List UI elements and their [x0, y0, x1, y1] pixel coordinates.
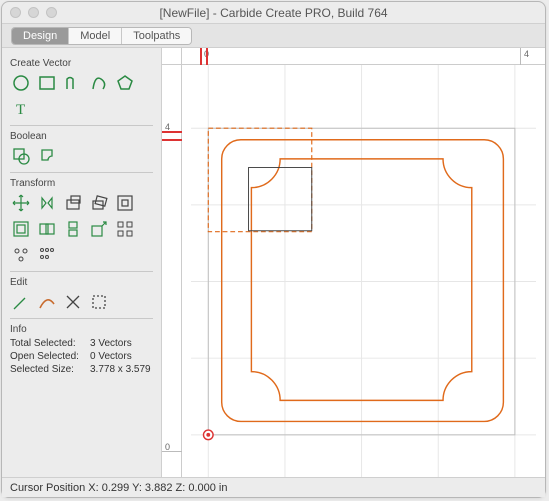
offset-tool-icon[interactable]: [10, 218, 32, 240]
ruler-h-marker-left-icon: [200, 48, 202, 65]
array-tool-icon[interactable]: [114, 218, 136, 240]
info-open-label: Open Selected:: [10, 351, 90, 362]
ruler-h-4: 4: [524, 49, 529, 59]
section-create-vector: Create Vector: [10, 58, 153, 69]
break-icon[interactable]: [62, 291, 84, 313]
trim-icon[interactable]: [36, 291, 58, 313]
svg-text:T: T: [16, 102, 25, 118]
zoom-icon[interactable]: [46, 7, 57, 18]
mirror-tool-icon[interactable]: [36, 192, 58, 214]
align-tool-icon[interactable]: [114, 192, 136, 214]
boolean-union-icon[interactable]: [10, 145, 32, 167]
section-info: Info: [10, 324, 153, 335]
text-tool-icon[interactable]: T: [10, 98, 32, 120]
circle-tool-icon[interactable]: [10, 72, 32, 94]
info-size-value: 3.778 x 3.579: [90, 364, 151, 375]
ruler-corner: [162, 48, 182, 65]
tab-model[interactable]: Model: [69, 28, 122, 44]
section-edit: Edit: [10, 277, 153, 288]
vector-outer[interactable]: [222, 140, 504, 422]
titlebar: [NewFile] - Carbide Create PRO, Build 76…: [2, 2, 545, 24]
window-controls: [10, 7, 57, 18]
ruler-vertical: 0 4: [162, 65, 182, 477]
polygon-tool-icon[interactable]: [114, 72, 136, 94]
tab-toolpaths[interactable]: Toolpaths: [122, 28, 191, 44]
ruler-v-marker-top-icon: [162, 131, 182, 133]
close-icon[interactable]: [10, 7, 21, 18]
drawing-svg: [182, 65, 545, 477]
ruler-h-marker-right-icon: [206, 48, 208, 65]
info-open-value: 0 Vectors: [90, 351, 132, 362]
boolean-subtract-icon[interactable]: [36, 145, 58, 167]
flip-tool-icon[interactable]: [62, 218, 84, 240]
app-window: [NewFile] - Carbide Create PRO, Build 76…: [1, 1, 546, 498]
ruler-horizontal: 0 4: [182, 48, 545, 65]
ruler-v-0: 0: [165, 442, 170, 452]
rotate-tool-icon[interactable]: [88, 192, 110, 214]
vector-square[interactable]: [249, 168, 312, 231]
curve-tool-icon[interactable]: [88, 72, 110, 94]
drawing-viewport[interactable]: [182, 65, 545, 477]
section-transform: Transform: [10, 178, 153, 189]
info-total-value: 3 Vectors: [90, 338, 132, 349]
status-bar: Cursor Position X: 0.299 Y: 3.882 Z: 0.0…: [2, 477, 545, 497]
info-size-label: Selected Size:: [10, 364, 90, 375]
rectangle-tool-icon[interactable]: [36, 72, 58, 94]
canvas-area[interactable]: 0 4 0 4: [162, 48, 545, 477]
move-tool-icon[interactable]: [10, 192, 32, 214]
info-total-label: Total Selected:: [10, 338, 90, 349]
linear-pattern-icon[interactable]: [36, 244, 58, 266]
ruler-v-marker-bot-icon: [162, 139, 182, 141]
minimize-icon[interactable]: [28, 7, 39, 18]
node-edit-icon[interactable]: [10, 291, 32, 313]
section-boolean: Boolean: [10, 131, 153, 142]
join-icon[interactable]: [88, 291, 110, 313]
mode-tabs: Design Model Toolpaths: [2, 24, 545, 48]
group-tool-icon[interactable]: [36, 218, 58, 240]
tab-design[interactable]: Design: [12, 28, 69, 44]
tool-sidebar: Create Vector T Boolean Transform: [2, 48, 162, 477]
polyline-tool-icon[interactable]: [62, 72, 84, 94]
cursor-position: Cursor Position X: 0.299 Y: 3.882 Z: 0.0…: [10, 482, 228, 494]
resize-tool-icon[interactable]: [88, 218, 110, 240]
origin-dot-icon: [206, 433, 210, 437]
scale-tool-icon[interactable]: [62, 192, 84, 214]
circular-pattern-icon[interactable]: [10, 244, 32, 266]
selection-box[interactable]: [208, 128, 311, 231]
window-title: [NewFile] - Carbide Create PRO, Build 76…: [2, 6, 545, 20]
